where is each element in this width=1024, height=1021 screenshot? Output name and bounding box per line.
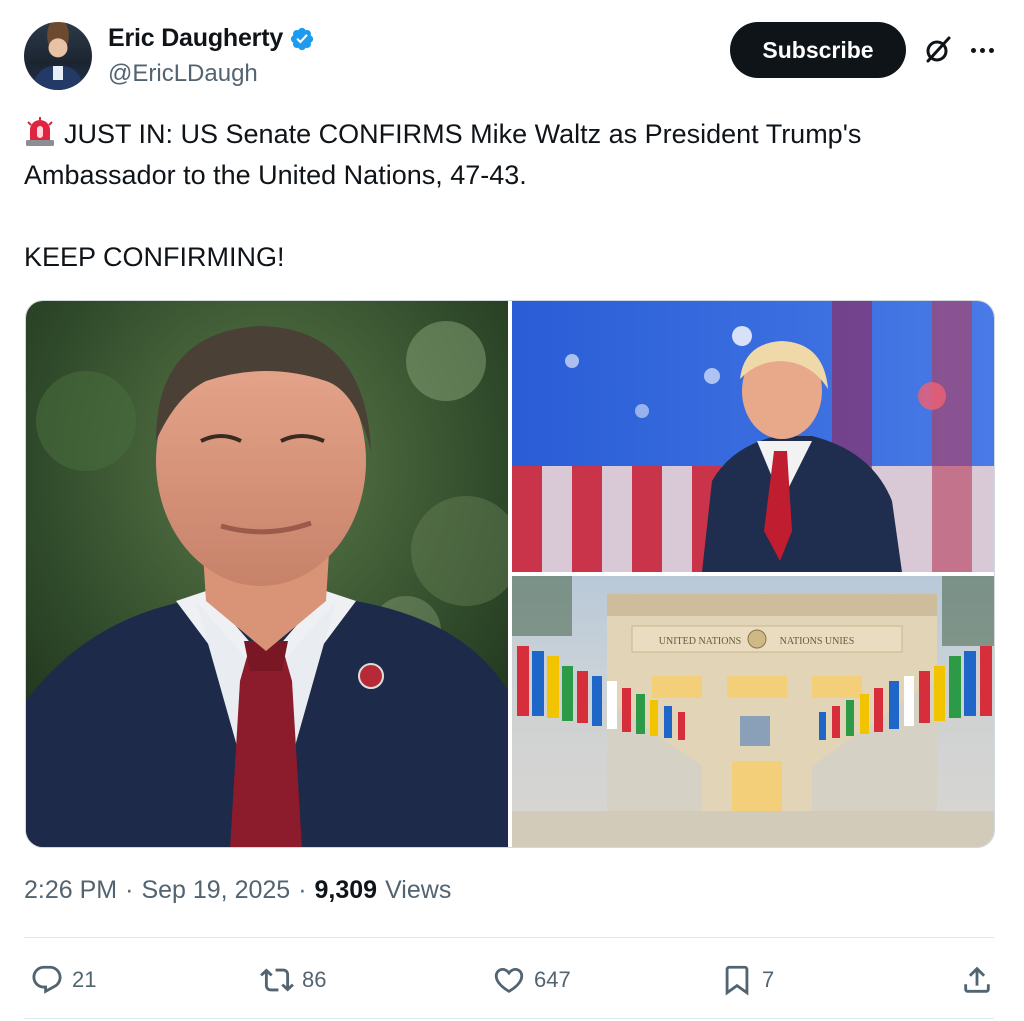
media-grid: UNITED NATIONS NATIONS UNIES <box>25 300 995 848</box>
tweet-line-2: KEEP CONFIRMING! <box>24 242 285 272</box>
tweet-header: Eric Daugherty @EricLDaugh Subscribe <box>24 20 1000 94</box>
reply-count: 21 <box>72 967 97 992</box>
like-count: 647 <box>534 967 571 992</box>
verified-badge-icon[interactable] <box>289 26 315 52</box>
tweet-text: JUST IN: US Senate CONFIRMS Mike Waltz a… <box>24 114 994 278</box>
divider <box>24 1018 994 1019</box>
repost-button[interactable]: 86 <box>260 958 326 1002</box>
more-dot <box>970 47 976 53</box>
avatar[interactable] <box>24 22 92 90</box>
photo-mike-waltz[interactable] <box>26 301 508 847</box>
reply-button[interactable]: 21 <box>30 958 96 1002</box>
more-icon[interactable] <box>966 34 998 66</box>
police-light-icon <box>26 117 54 146</box>
reply-icon <box>32 965 62 994</box>
views-count: 9,309 <box>314 876 378 904</box>
repost-count: 86 <box>302 967 327 992</box>
tweet-meta: 2:26 PM · Sep 19, 2025 · 9,309 Views <box>24 876 451 905</box>
bookmark-button[interactable]: 7 <box>720 958 774 1002</box>
author-name[interactable]: Eric Daugherty <box>108 24 283 53</box>
grok-icon[interactable] <box>922 34 954 66</box>
tweet-time[interactable]: 2:26 PM <box>24 876 117 905</box>
author-name-row: Eric Daugherty <box>108 24 315 53</box>
views-label: Views <box>385 876 452 904</box>
subscribe-button[interactable]: Subscribe <box>730 22 906 78</box>
tweet-line-1-text: JUST IN: US Senate CONFIRMS Mike Waltz a… <box>24 119 862 190</box>
tweet-date[interactable]: Sep 19, 2025 <box>141 876 290 905</box>
share-button[interactable] <box>960 958 994 1002</box>
meta-separator: · <box>125 876 134 904</box>
meta-separator: · <box>298 876 307 904</box>
more-dot <box>979 47 985 53</box>
heart-icon <box>494 967 524 993</box>
divider <box>24 937 994 938</box>
action-bar: 21 86 647 7 <box>30 958 994 1002</box>
avatar-collar <box>53 66 63 80</box>
like-button[interactable]: 647 <box>492 958 571 1002</box>
repost-icon <box>260 968 294 992</box>
un-sign-right: NATIONS UNIES <box>780 636 855 647</box>
bookmark-icon <box>725 965 749 996</box>
author-handle[interactable]: @EricLDaugh <box>108 60 258 88</box>
more-dot <box>988 47 994 53</box>
tweet-line-1: JUST IN: US Senate CONFIRMS Mike Waltz a… <box>24 114 994 196</box>
photo-trump-flag-backdrop[interactable] <box>512 301 994 572</box>
un-sign-left: UNITED NATIONS <box>659 636 742 647</box>
share-icon <box>964 966 990 993</box>
bookmark-count: 7 <box>762 967 775 992</box>
photo-united-nations-geneva[interactable]: UNITED NATIONS NATIONS UNIES <box>512 576 994 847</box>
